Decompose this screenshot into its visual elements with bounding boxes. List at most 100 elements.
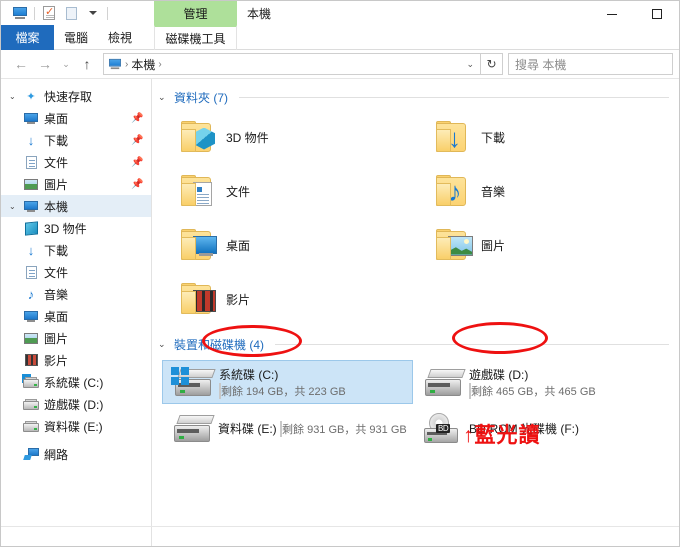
- sidebar-item-downloads-qa[interactable]: ↓ 下載 📌: [1, 129, 151, 151]
- folder-videos-icon: [178, 282, 224, 316]
- pictures-icon: [22, 178, 40, 190]
- sidebar-item-pictures[interactable]: 圖片: [1, 327, 151, 349]
- drive-name: 系統碟 (C:): [219, 367, 279, 382]
- drive-usage-bar: [219, 382, 221, 399]
- tab-drive-tools[interactable]: 磁碟機工具: [154, 25, 237, 50]
- folder-item-label: 音樂: [481, 184, 506, 199]
- drive-item-e[interactable]: 資料碟 (E:) 剩餘 931 GB，共 931 GB: [162, 406, 413, 450]
- minimize-button[interactable]: [589, 1, 634, 27]
- breadcrumb[interactable]: › 本機 › ⌄: [103, 53, 481, 75]
- folder-item-documents[interactable]: 文件: [166, 166, 421, 216]
- sidebar-item-music[interactable]: ♪ 音樂: [1, 283, 151, 305]
- sidebar-item-desktop-qa[interactable]: 桌面 📌: [1, 107, 151, 129]
- sidebar-item-this-pc[interactable]: ⌄ 本機: [1, 195, 151, 217]
- group-divider: [275, 343, 669, 345]
- pin-icon[interactable]: 📌: [131, 157, 143, 168]
- annotation-bluray-note: ↑藍光讀: [463, 424, 541, 447]
- sidebar-item-label: 系統碟 (C:): [44, 375, 104, 390]
- ribbon-tabs: 檔案 電腦 檢視 磁碟機工具: [1, 25, 679, 50]
- folder-item-label: 3D 物件: [226, 130, 269, 145]
- group-header-devices[interactable]: ⌄ 裝置和磁碟機 (4): [152, 334, 679, 354]
- chevron-down-icon[interactable]: ⌄: [158, 92, 169, 103]
- sidebar-item-3d-objects[interactable]: 3D 物件: [1, 217, 151, 239]
- sidebar-item-network[interactable]: 網路: [1, 443, 151, 465]
- sidebar-item-videos[interactable]: 影片: [1, 349, 151, 371]
- sidebar-item-drive-d[interactable]: 遊戲碟 (D:): [1, 393, 151, 415]
- recent-locations-icon[interactable]: ⌄: [57, 53, 75, 75]
- quick-access-toolbar: [1, 1, 111, 25]
- address-dropdown-icon[interactable]: ⌄: [466, 59, 476, 70]
- address-bar: ← → ⌄ ↑ › 本機 › ⌄ ↻ 搜尋 本機: [1, 50, 679, 78]
- sidebar-item-downloads[interactable]: ↓ 下載: [1, 239, 151, 261]
- folder-item-3d-objects[interactable]: 3D 物件: [166, 112, 421, 162]
- sidebar-item-label: 影片: [44, 353, 69, 368]
- drive-size-text: 剩餘 194 GB，共 223 GB: [221, 385, 346, 398]
- sidebar-item-documents-qa[interactable]: 文件 📌: [1, 151, 151, 173]
- properties-icon[interactable]: [38, 3, 60, 23]
- folder-item-music[interactable]: ♪ 音樂: [421, 166, 676, 216]
- sidebar-item-drive-c[interactable]: 系統碟 (C:): [1, 371, 151, 393]
- bd-rom-drive-icon: BD: [421, 413, 469, 443]
- sidebar-item-drive-e[interactable]: 資料碟 (E:): [1, 415, 151, 437]
- sidebar-item-documents[interactable]: 文件: [1, 261, 151, 283]
- sidebar-item-label: 圖片: [44, 331, 69, 346]
- folders-grid: 3D 物件 ↓ 下載 文件 ♪ 音樂 桌面 圖片 影片: [152, 107, 679, 324]
- this-pc-icon[interactable]: [9, 3, 31, 23]
- pin-icon[interactable]: 📌: [131, 135, 143, 146]
- 3d-objects-icon: [22, 220, 40, 236]
- file-explorer-window: 管理 本機 檔案 電腦 檢視 磁碟機工具 ← → ⌄: [0, 0, 680, 547]
- navigation-pane: ⌄ ✦ 快速存取 桌面 📌 ↓ 下載 📌 文件 📌 圖片 📌 ⌄ 本機 3D 物…: [1, 79, 152, 526]
- back-button[interactable]: ←: [9, 53, 33, 75]
- drive-icon: [421, 368, 469, 396]
- system-drive-icon: [171, 366, 219, 396]
- sidebar-item-label: 本機: [44, 199, 69, 214]
- chevron-down-icon[interactable]: ⌄: [9, 92, 22, 101]
- sidebar-item-label: 3D 物件: [44, 221, 87, 236]
- qat-divider-1: [34, 6, 35, 20]
- forward-button[interactable]: →: [33, 53, 57, 75]
- contextual-tab-manage[interactable]: 管理: [154, 1, 237, 25]
- new-folder-icon[interactable]: [60, 3, 82, 23]
- drive-usage-bar: [280, 420, 283, 437]
- folder-item-label: 桌面: [226, 238, 251, 253]
- drive-size-text: 剩餘 465 GB，共 465 GB: [471, 385, 596, 398]
- drive-name: 資料碟 (E:): [218, 421, 277, 436]
- breadcrumb-this-pc-icon: [109, 58, 121, 70]
- tab-file[interactable]: 檔案: [1, 25, 54, 50]
- sidebar-group-quick-access[interactable]: ⌄ ✦ 快速存取: [1, 85, 151, 107]
- sidebar-item-label: 遊戲碟 (D:): [44, 397, 104, 412]
- sidebar-item-pictures-qa[interactable]: 圖片 📌: [1, 173, 151, 195]
- folder-desktop-icon: [178, 228, 224, 262]
- folder-item-pictures[interactable]: 圖片: [421, 220, 676, 270]
- folder-item-desktop[interactable]: 桌面: [166, 220, 421, 270]
- drive-icon: [170, 414, 218, 442]
- breadcrumb-separator-1[interactable]: ›: [158, 59, 161, 70]
- folder-item-downloads[interactable]: ↓ 下載: [421, 112, 676, 162]
- sidebar-item-desktop[interactable]: 桌面: [1, 305, 151, 327]
- customize-dropdown-icon[interactable]: [82, 3, 104, 23]
- chevron-down-icon[interactable]: ⌄: [158, 339, 169, 350]
- chevron-down-icon[interactable]: ⌄: [9, 202, 22, 211]
- tab-view[interactable]: 檢視: [98, 25, 142, 50]
- group-header-folders[interactable]: ⌄ 資料夾 (7): [152, 87, 679, 107]
- group-header-folders-label: 資料夾 (7): [174, 90, 229, 105]
- folder-item-videos[interactable]: 影片: [166, 274, 421, 324]
- tab-computer[interactable]: 電腦: [54, 25, 98, 50]
- up-button[interactable]: ↑: [75, 53, 99, 75]
- desktop-icon: [22, 112, 40, 124]
- folder-item-label: 下載: [481, 130, 506, 145]
- search-input[interactable]: 搜尋 本機: [508, 53, 673, 75]
- folder-item-label: 文件: [226, 184, 251, 199]
- drive-item-d[interactable]: 遊戲碟 (D:) 剩餘 465 GB，共 465 GB: [413, 360, 664, 404]
- drive-item-c[interactable]: 系統碟 (C:) 剩餘 194 GB，共 223 GB: [162, 360, 413, 404]
- file-list-pane[interactable]: ⌄ 資料夾 (7) 3D 物件 ↓ 下載 文件 ♪ 音樂 桌面 圖片 影片 ⌄ …: [152, 79, 679, 526]
- pin-icon[interactable]: 📌: [131, 113, 143, 124]
- drive-size-text: 剩餘 931 GB，共 931 GB: [282, 423, 407, 436]
- maximize-button[interactable]: [634, 1, 679, 27]
- breadcrumb-item-this-pc[interactable]: 本機: [131, 56, 155, 73]
- contextual-tab-manage-label: 管理: [183, 6, 208, 21]
- pin-icon[interactable]: 📌: [131, 179, 143, 190]
- refresh-button[interactable]: ↻: [481, 53, 503, 75]
- download-icon: ↓: [27, 132, 35, 148]
- group-header-devices-label: 裝置和磁碟機 (4): [174, 337, 265, 352]
